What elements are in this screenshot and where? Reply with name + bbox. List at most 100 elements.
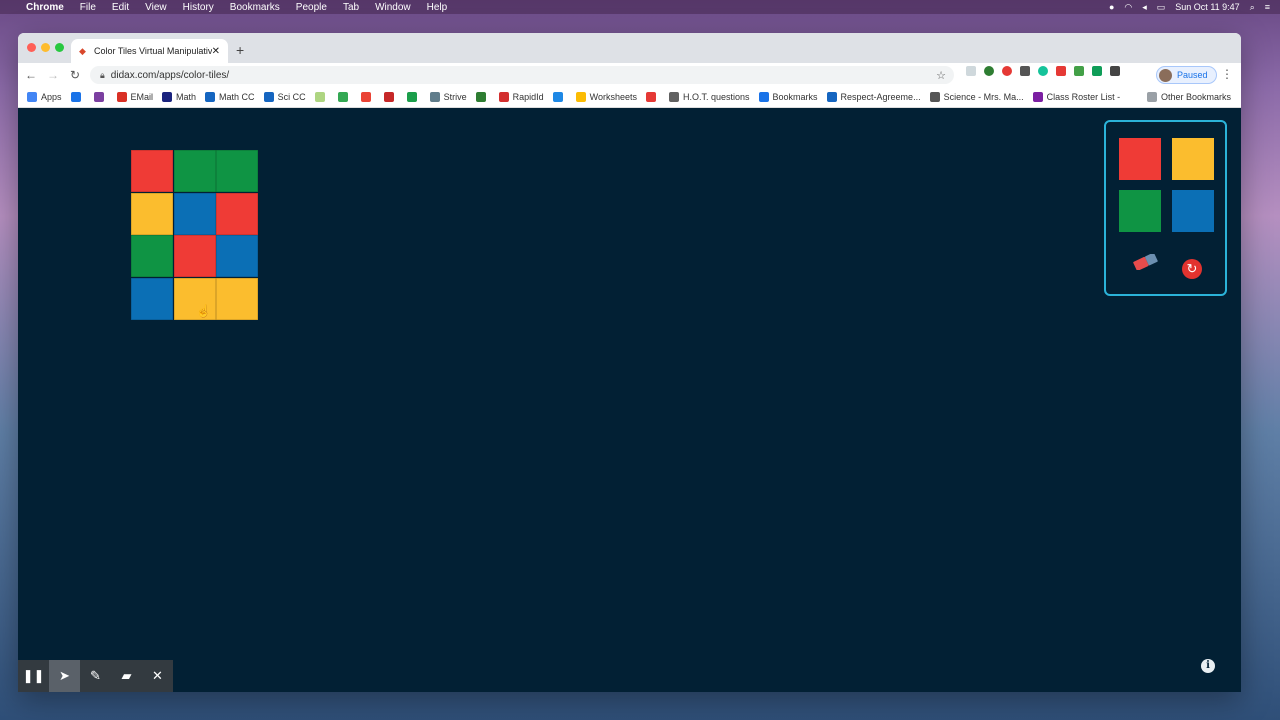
tab-close-icon[interactable]: ✕: [212, 46, 220, 57]
menu-bookmarks[interactable]: Bookmarks: [230, 2, 280, 13]
bookmark-math-cc[interactable]: Math CC: [205, 92, 255, 102]
opera-extension-icon[interactable]: [1002, 66, 1012, 76]
extension-icon[interactable]: [1074, 66, 1084, 76]
bookmark-rapidid[interactable]: RapidId: [498, 92, 544, 102]
window-close-button[interactable]: [27, 43, 36, 52]
color-tile-blue[interactable]: [216, 235, 259, 278]
extension-icon[interactable]: [1020, 66, 1030, 76]
bookmark-worksheets[interactable]: Worksheets: [575, 92, 637, 102]
other-bookmarks-folder[interactable]: Other Bookmarks: [1146, 92, 1231, 102]
grammarly-extension-icon[interactable]: [1038, 66, 1048, 76]
control-center-icon[interactable]: ≡: [1265, 2, 1270, 12]
menu-window[interactable]: Window: [375, 2, 411, 13]
bookmark-strive[interactable]: Strive: [429, 92, 467, 102]
bookmark-bookmarks[interactable]: Bookmarks: [758, 92, 818, 102]
eraser-icon[interactable]: [1130, 254, 1160, 270]
bookmark-star-icon[interactable]: ☆: [936, 69, 946, 82]
bookmark-apps[interactable]: Apps: [27, 92, 62, 102]
bookmark-icon-only[interactable]: [360, 92, 375, 102]
bookmark-icon-only[interactable]: [475, 92, 490, 102]
color-tile-red[interactable]: [216, 192, 259, 235]
bookmark-icon-only[interactable]: [552, 92, 567, 102]
menu-history[interactable]: History: [183, 2, 214, 13]
bookmark-icon-only[interactable]: [383, 92, 398, 102]
color-tile-red[interactable]: [131, 150, 173, 192]
pause-icon[interactable]: ❚❚: [18, 660, 49, 692]
info-icon[interactable]: i: [1201, 659, 1215, 673]
extension-icon[interactable]: [966, 66, 976, 76]
color-tile-green[interactable]: [216, 150, 259, 192]
tile-palette: ↻: [1104, 120, 1227, 296]
bookmark-icon-only[interactable]: [406, 92, 421, 102]
forward-button[interactable]: →: [44, 68, 62, 82]
lock-icon[interactable]: 🔒︎: [100, 70, 105, 81]
palette-swatch-red[interactable]: [1119, 138, 1161, 180]
extension-icon[interactable]: [1092, 66, 1102, 76]
bookmark-icon-only[interactable]: [314, 92, 329, 102]
tile-grid: [131, 150, 259, 321]
profile-button[interactable]: Paused: [1156, 66, 1217, 84]
bookmark-h-o-t-questions[interactable]: H.O.T. questions: [668, 92, 750, 102]
bookmark-math[interactable]: Math: [162, 92, 196, 102]
volume-icon[interactable]: ◂: [1142, 2, 1147, 13]
menu-help[interactable]: Help: [427, 2, 448, 13]
didax-favicon-icon: ◆: [79, 45, 86, 56]
bookmark-sci-cc[interactable]: Sci CC: [263, 92, 306, 102]
puzzle-icon[interactable]: [1110, 66, 1120, 76]
bookmark-favicon-icon: [826, 92, 837, 102]
tab-color-tiles[interactable]: ◆ Color Tiles Virtual Manipulative ✕: [71, 39, 228, 63]
palette-swatch-blue[interactable]: [1172, 190, 1214, 232]
bookmark-label: RapidId: [512, 92, 544, 102]
url-text[interactable]: didax.com/apps/color-tiles/: [111, 70, 229, 81]
window-minimize-button[interactable]: [41, 43, 50, 52]
battery-icon[interactable]: ▭: [1157, 2, 1166, 13]
extension-icon[interactable]: [984, 66, 994, 76]
bookmark-email[interactable]: EMail: [116, 92, 154, 102]
color-tile-green[interactable]: [173, 150, 216, 192]
new-tab-button[interactable]: +: [236, 42, 244, 58]
menu-tab[interactable]: Tab: [343, 2, 359, 13]
bookmark-science-mrs-ma[interactable]: Science - Mrs. Ma...: [929, 92, 1024, 102]
bookmark-respect-agreeme[interactable]: Respect-Agreeme...: [826, 92, 921, 102]
palette-swatch-yellow[interactable]: [1172, 138, 1214, 180]
pencil-icon[interactable]: ✎: [80, 660, 111, 692]
reload-button[interactable]: ↻: [66, 68, 84, 82]
address-bar[interactable]: 🔒︎ didax.com/apps/color-tiles/ ☆: [90, 66, 954, 84]
color-tile-blue[interactable]: [131, 278, 173, 321]
menu-view[interactable]: View: [145, 2, 167, 13]
bookmark-label: EMail: [130, 92, 154, 102]
bookmark-class-roster-list[interactable]: Class Roster List -: [1032, 92, 1121, 102]
microphone-icon[interactable]: ●: [1109, 2, 1114, 12]
clock[interactable]: Sun Oct 11 9:47: [1175, 2, 1239, 12]
extension-icon[interactable]: [1056, 66, 1066, 76]
reset-icon[interactable]: ↻: [1182, 259, 1202, 279]
bookmark-favicon-icon: [552, 92, 563, 102]
menu-app-name[interactable]: Chrome: [26, 2, 64, 13]
bookmark-icon-only[interactable]: [93, 92, 108, 102]
kebab-menu-icon[interactable]: ⋮: [1221, 67, 1233, 81]
bookmark-label: Worksheets: [589, 92, 637, 102]
menu-edit[interactable]: Edit: [112, 2, 129, 13]
bookmark-icon-only[interactable]: [645, 92, 660, 102]
color-tile-yellow[interactable]: [131, 192, 173, 235]
wifi-icon[interactable]: ◠: [1124, 2, 1132, 13]
pointer-icon[interactable]: ➤: [49, 660, 80, 692]
eraser-icon[interactable]: ▰: [111, 660, 142, 692]
color-tiles-workspace[interactable]: ☝ ↻ i: [18, 108, 1241, 692]
bookmark-icon-only[interactable]: [337, 92, 352, 102]
back-button[interactable]: ←: [22, 68, 40, 82]
color-tile-yellow[interactable]: [216, 278, 259, 321]
bookmark-favicon-icon: [263, 92, 274, 102]
other-bookmarks-label: Other Bookmarks: [1160, 92, 1231, 102]
menu-file[interactable]: File: [80, 2, 96, 13]
spotlight-icon[interactable]: ⌕: [1250, 2, 1255, 13]
window-zoom-button[interactable]: [55, 43, 64, 52]
menu-people[interactable]: People: [296, 2, 327, 13]
bookmark-icon-only[interactable]: [70, 92, 85, 102]
close-icon[interactable]: ✕: [142, 660, 173, 692]
palette-swatch-green[interactable]: [1119, 190, 1161, 232]
color-tile-green[interactable]: [131, 235, 173, 278]
bookmark-label: Class Roster List -: [1046, 92, 1121, 102]
color-tile-red[interactable]: [173, 235, 216, 278]
color-tile-blue[interactable]: [173, 192, 216, 235]
